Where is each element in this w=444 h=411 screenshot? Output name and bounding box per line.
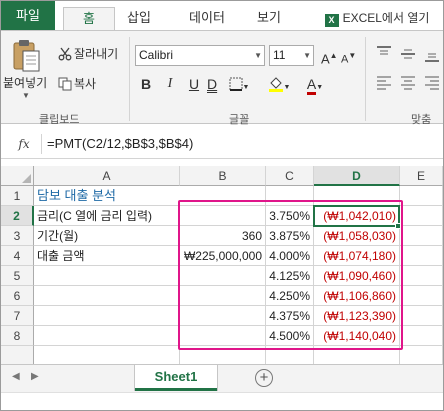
row-header-5[interactable]: 5 (1, 266, 34, 286)
column-header-d[interactable]: D (314, 166, 400, 186)
formula-input[interactable]: =PMT(C2/12,$B$3,$B$4) (47, 136, 193, 152)
tab-data[interactable]: 데이터 (175, 7, 239, 31)
font-color-button[interactable]: A▼ (301, 73, 329, 95)
status-strip (1, 392, 443, 410)
copy-icon (58, 77, 72, 91)
ribbon-home-panel: 붙여넣기 ▼ 잘라내기 복사 클립보드 Calibri ▼ 11 ▼ A▲ A▼… (1, 30, 443, 126)
sheet-tab-sheet1[interactable]: Sheet1 (135, 365, 217, 391)
scissors-icon (58, 47, 72, 61)
font-size-value: 11 (273, 48, 286, 62)
borders-button[interactable]: ▼ (227, 73, 251, 95)
copy-label: 복사 (74, 77, 97, 91)
paste-button[interactable]: 붙여넣기 (3, 74, 47, 91)
row-header-3[interactable]: 3 (1, 226, 34, 246)
underline-button[interactable]: U (185, 73, 203, 95)
paste-dropdown-icon[interactable]: ▼ (22, 91, 30, 100)
ribbon-tab-bar: 파일 홈 삽입 데이터 보기 X EXCEL에서 열기 (1, 1, 443, 31)
column-header-a[interactable]: A (34, 166, 180, 186)
open-in-excel-label: EXCEL에서 열기 (342, 11, 430, 25)
shrink-font-button[interactable]: A▼ (341, 45, 356, 66)
borders-icon (229, 77, 243, 91)
cell-e8[interactable] (400, 326, 443, 346)
alignment-group-label: 맞춤 (411, 114, 432, 126)
align-right-icon[interactable] (423, 73, 441, 91)
align-bottom-icon[interactable] (423, 45, 441, 63)
cell-a3[interactable]: 기간(월) (34, 226, 180, 246)
row-header-8[interactable]: 8 (1, 326, 34, 346)
copy-button[interactable]: 복사 (58, 74, 96, 94)
font-color-letter: A (306, 77, 317, 95)
cell-a5[interactable] (34, 266, 180, 286)
chevron-down-icon: ▼ (303, 51, 311, 60)
chevron-down-icon: ▼ (283, 84, 291, 91)
align-top-icon[interactable] (375, 45, 393, 63)
cell-a6[interactable] (34, 286, 180, 306)
cell-a4[interactable]: 대출 금액 (34, 246, 180, 266)
grow-font-button[interactable]: A▲ (321, 45, 338, 66)
cell-e1[interactable] (400, 186, 443, 206)
formula-bar-divider (41, 134, 42, 154)
tab-insert[interactable]: 삽입 (117, 7, 161, 31)
tab-file[interactable]: 파일 (1, 1, 55, 31)
cell-a1[interactable]: 담보 대출 분석 (34, 186, 180, 206)
fill-color-button[interactable]: ▼ (265, 73, 293, 95)
column-header-c[interactable]: C (266, 166, 314, 186)
cut-label: 잘라내기 (74, 47, 119, 61)
bold-button[interactable]: B (137, 73, 155, 95)
font-size-select[interactable]: 11 ▼ (269, 45, 314, 66)
cell-a8[interactable] (34, 326, 180, 346)
ribbon-separator (365, 37, 366, 121)
paste-icon[interactable] (11, 39, 41, 73)
ribbon-separator (129, 37, 130, 121)
double-underline-button[interactable]: D (207, 73, 217, 95)
cell-e7[interactable] (400, 306, 443, 326)
cell-e2[interactable] (400, 206, 443, 226)
add-sheet-button[interactable]: + (255, 369, 273, 387)
row-header-9[interactable] (1, 346, 34, 364)
cell-e9[interactable] (400, 346, 443, 364)
align-center-icon[interactable] (399, 73, 417, 91)
tab-open-in-excel[interactable]: X EXCEL에서 열기 (311, 7, 443, 31)
cell-e3[interactable] (400, 226, 443, 246)
italic-button[interactable]: I (161, 73, 179, 95)
excel-logo-icon: X (324, 14, 339, 27)
excel-online-window: 파일 홈 삽입 데이터 보기 XEXCEL에서 열기 붙여넣기 ▼ 잘라내기 (0, 0, 444, 411)
font-name-value: Calibri (139, 48, 174, 62)
tab-view[interactable]: 보기 (247, 7, 291, 31)
formula-bar: fx =PMT(C2/12,$B$3,$B$4) (1, 129, 443, 159)
column-header-e[interactable]: E (400, 166, 443, 186)
cell-a7[interactable] (34, 306, 180, 326)
row-header-1[interactable]: 1 (1, 186, 34, 206)
row-header-4[interactable]: 4 (1, 246, 34, 266)
font-group-label: 글꼴 (229, 114, 250, 126)
row-header-2[interactable]: 2 (1, 206, 34, 226)
sheet-tab-bar: ◀ ▶ Sheet1 + (1, 364, 443, 392)
chevron-down-icon: ▼ (316, 84, 324, 91)
sheet-scroll-left-icon[interactable]: ◀ (12, 371, 20, 382)
cell-e5[interactable] (400, 266, 443, 286)
row-header-6[interactable]: 6 (1, 286, 34, 306)
select-all-triangle-icon (22, 174, 31, 183)
paint-bucket-icon (268, 77, 283, 92)
cut-button[interactable]: 잘라내기 (58, 44, 118, 64)
cell-e4[interactable] (400, 246, 443, 266)
sheet-scroll-right-icon[interactable]: ▶ (31, 371, 39, 382)
function-icon[interactable]: fx (12, 136, 36, 152)
column-header-b[interactable]: B (180, 166, 266, 186)
row-header-7[interactable]: 7 (1, 306, 34, 326)
align-middle-icon[interactable] (399, 45, 417, 63)
align-left-icon[interactable] (375, 73, 393, 91)
chevron-down-icon: ▼ (242, 84, 250, 91)
cell-a9[interactable] (34, 346, 180, 364)
cell-a2[interactable]: 금리(C 열에 금리 입력) (34, 206, 180, 226)
chevron-down-icon: ▼ (254, 51, 262, 60)
tab-home[interactable]: 홈 (63, 7, 115, 31)
font-name-select[interactable]: Calibri ▼ (135, 45, 265, 66)
cell-e6[interactable] (400, 286, 443, 306)
select-all-button[interactable] (1, 166, 34, 186)
highlight-box (178, 200, 403, 350)
clipboard-group-label: 클립보드 (39, 114, 80, 126)
